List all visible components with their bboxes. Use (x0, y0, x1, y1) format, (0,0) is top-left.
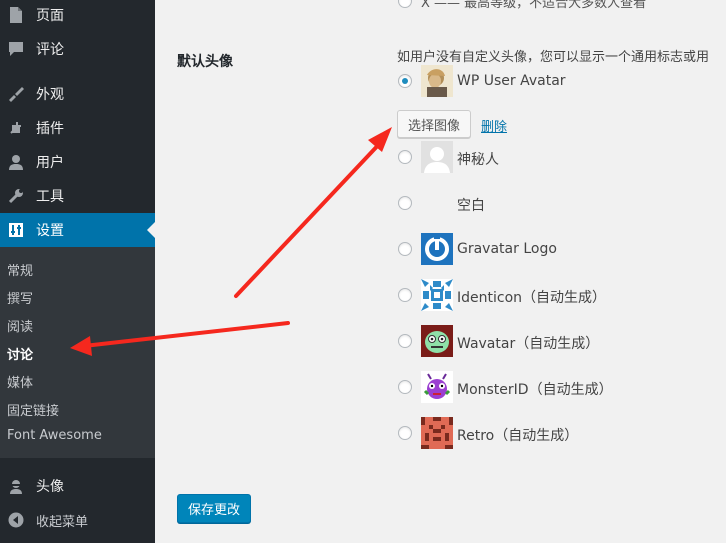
option-label-monsterid: MonsterID（自动生成） (457, 382, 613, 398)
submenu-item-font-awesome[interactable]: Font Awesome (7, 428, 102, 443)
blank-avatar (421, 187, 453, 219)
settings-main: X —— 最高等级，不适合大多数人查看 默认头像 如用户没有自定义头像，您可以显… (155, 0, 726, 543)
submenu-item-general[interactable]: 常规 (7, 260, 33, 279)
radio-retro[interactable] (398, 426, 412, 440)
sidebar-item-plugins[interactable]: 插件 (0, 111, 155, 145)
remove-avatar-link[interactable]: 删除 (481, 116, 507, 135)
option-label-identicon: Identicon（自动生成） (457, 290, 607, 306)
submenu-item-discussion[interactable]: 讨论 (7, 344, 33, 363)
gravatar-logo-avatar (421, 233, 453, 265)
option-label-retro: Retro（自动生成） (457, 428, 579, 444)
wrench-icon (6, 188, 26, 204)
wp-user-avatar-image (421, 65, 453, 97)
sidebar-item-label: 头像 (36, 479, 64, 495)
sidebar-item-users[interactable]: 用户 (0, 145, 155, 179)
rating-x-label: X —— 最高等级，不适合大多数人查看 (421, 0, 647, 11)
admin-sidebar: 页面 评论 外观 插件 用户 工具 设置 常规 撰写 阅读 讨论 媒体 固定链接… (0, 0, 155, 543)
collapse-icon (6, 512, 26, 528)
sidebar-item-comments[interactable]: 评论 (0, 32, 155, 66)
option-label-mystery-man: 神秘人 (457, 152, 499, 168)
choose-image-button[interactable]: 选择图像 (397, 110, 471, 138)
radio-rating-x[interactable] (398, 0, 412, 8)
sidebar-item-pages[interactable]: 页面 (0, 0, 155, 32)
default-avatar-description: 如用户没有自定义头像，您可以显示一个通用标志或用 (397, 50, 710, 65)
option-label-gravatar-logo: Gravatar Logo (457, 241, 557, 257)
wavatar-avatar (421, 325, 453, 357)
page-icon (6, 6, 26, 24)
plugin-icon (6, 120, 26, 136)
option-label-wp-user-avatar: WP User Avatar (457, 73, 566, 89)
sidebar-item-label: 页面 (36, 8, 64, 24)
settings-submenu: 常规 撰写 阅读 讨论 媒体 固定链接 Font Awesome (0, 247, 155, 458)
sidebar-item-avatars[interactable]: 头像 (0, 469, 155, 503)
submenu-item-media[interactable]: 媒体 (7, 372, 33, 391)
radio-wp-user-avatar[interactable] (398, 74, 412, 88)
user-icon (6, 154, 26, 170)
avatar-icon (6, 478, 26, 494)
radio-monsterid[interactable] (398, 380, 412, 394)
sidebar-item-appearance[interactable]: 外观 (0, 77, 155, 111)
comment-icon (6, 41, 26, 57)
save-changes-button[interactable]: 保存更改 (177, 494, 251, 523)
submenu-item-writing[interactable]: 撰写 (7, 288, 33, 307)
radio-gravatar-logo[interactable] (398, 242, 412, 256)
radio-identicon[interactable] (398, 288, 412, 302)
collapse-menu-label: 收起菜单 (36, 514, 89, 530)
mystery-man-avatar (421, 141, 453, 173)
submenu-item-permalinks[interactable]: 固定链接 (7, 400, 59, 419)
sidebar-item-settings[interactable]: 设置 (0, 213, 155, 247)
sidebar-item-label: 工具 (36, 189, 64, 205)
option-label-wavatar: Wavatar（自动生成） (457, 336, 600, 352)
sidebar-item-label: 插件 (36, 121, 64, 137)
retro-avatar (421, 417, 453, 449)
sidebar-item-label: 外观 (36, 87, 64, 103)
collapse-menu-button[interactable]: 收起菜单 (0, 503, 155, 537)
sidebar-item-label: 用户 (36, 155, 64, 171)
sidebar-item-label: 评论 (36, 42, 64, 58)
monsterid-avatar (421, 371, 453, 403)
sidebar-item-tools[interactable]: 工具 (0, 179, 155, 213)
sidebar-item-label: 设置 (36, 223, 64, 239)
submenu-item-reading[interactable]: 阅读 (7, 316, 33, 335)
paintbrush-icon (6, 86, 26, 102)
identicon-avatar (421, 279, 453, 311)
radio-wavatar[interactable] (398, 334, 412, 348)
option-label-blank: 空白 (457, 198, 485, 214)
radio-mystery-man[interactable] (398, 150, 412, 164)
settings-icon (6, 222, 26, 238)
section-title-default-avatar: 默认头像 (177, 54, 233, 70)
radio-blank[interactable] (398, 196, 412, 210)
